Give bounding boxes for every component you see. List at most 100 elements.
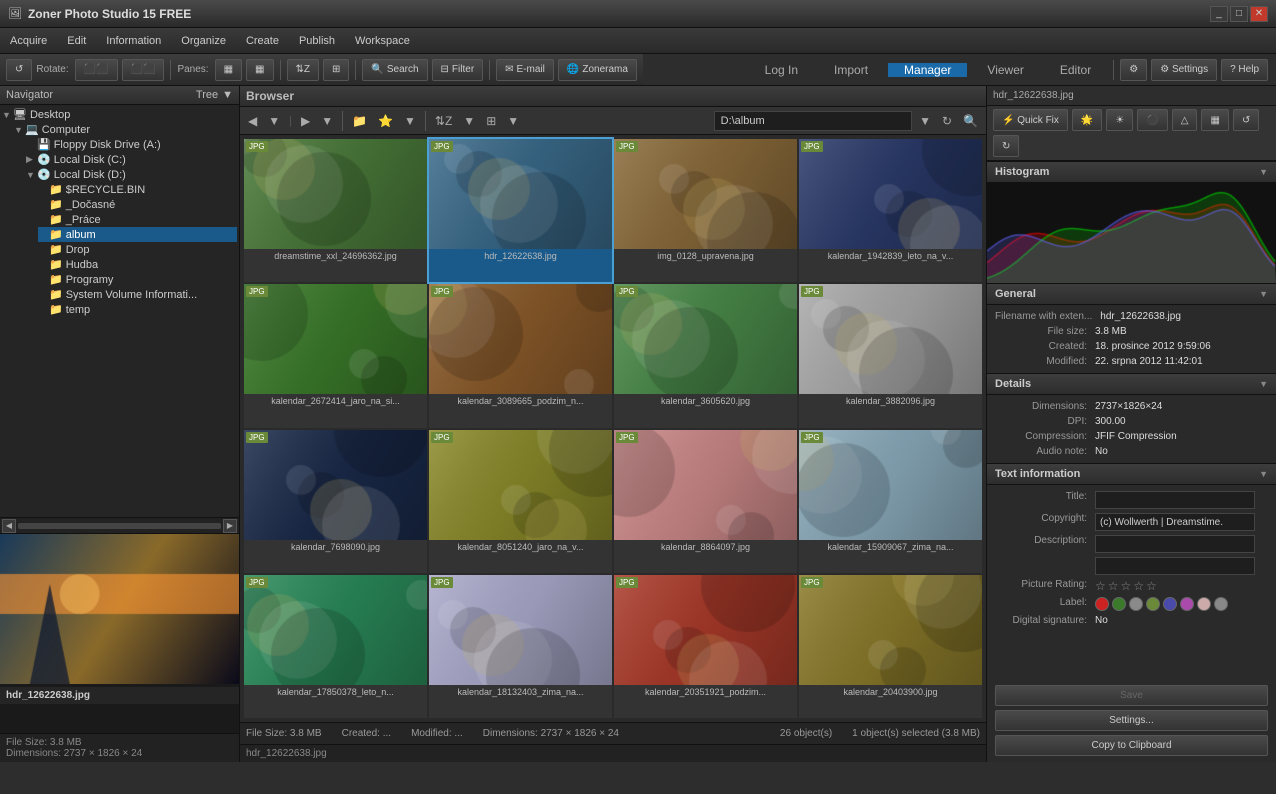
tree-item-computer[interactable]: ▼ 💻 Computer xyxy=(14,122,237,137)
label-color-blue[interactable] xyxy=(1163,597,1177,611)
menu-information[interactable]: Information xyxy=(96,28,171,53)
thumb-kal3089665[interactable]: kalendar_3089665_podzim_n... JPG xyxy=(429,284,612,427)
textinfo-header[interactable]: Text information ▼ xyxy=(987,463,1276,485)
email-button[interactable]: ✉ E-mail xyxy=(496,59,554,81)
qf-btn7[interactable]: ↻ xyxy=(993,135,1019,157)
thumb-kal15909067[interactable]: kalendar_15909067_zima_na... JPG xyxy=(799,430,982,573)
forward-dropdown[interactable]: ▼ xyxy=(317,112,337,130)
panes-button-1[interactable]: ▦ xyxy=(215,59,242,81)
star-1[interactable]: ☆ xyxy=(1095,579,1106,593)
label-color-green[interactable] xyxy=(1112,597,1126,611)
path-input[interactable] xyxy=(714,111,912,131)
tree-item-docasne[interactable]: 📁 _Dočasné xyxy=(38,197,237,212)
qf-btn6[interactable]: ↺ xyxy=(1233,109,1259,131)
general-header[interactable]: General ▼ xyxy=(987,283,1276,305)
rotate-left-button[interactable]: ↺ xyxy=(6,59,32,81)
minimize-button[interactable]: _ xyxy=(1210,6,1228,22)
thumb-kal3882096[interactable]: kalendar_3882096.jpg JPG xyxy=(799,284,982,427)
tree-area[interactable]: ▼ 🖥 Desktop ▼ 💻 Computer 💾 Floppy Disk D… xyxy=(0,105,239,517)
view-button[interactable]: ⊞ xyxy=(323,59,349,81)
tree-item-prace[interactable]: 📁 _Práce xyxy=(38,212,237,227)
sort-button[interactable]: ⇅Z xyxy=(287,59,320,81)
folder-back-btn[interactable]: ◀ xyxy=(2,519,16,533)
label-color-purple[interactable] xyxy=(1180,597,1194,611)
filter-button[interactable]: ⊟ Filter xyxy=(432,59,484,81)
details-header[interactable]: Details ▼ xyxy=(987,373,1276,395)
search-icon-btn[interactable]: 🔍 xyxy=(959,112,982,130)
rotate-button-2[interactable]: ⬛⬛ xyxy=(122,59,165,81)
qf-btn1[interactable]: 🌟 xyxy=(1072,109,1102,131)
search-button[interactable]: 🔍 Search xyxy=(362,59,427,81)
settings-button[interactable]: ⚙ Settings xyxy=(1151,59,1217,81)
histogram-header[interactable]: Histogram ▼ xyxy=(987,161,1276,183)
title-input[interactable] xyxy=(1095,491,1255,509)
back-dropdown[interactable]: ▼ xyxy=(264,112,284,130)
label-color-gray[interactable] xyxy=(1129,597,1143,611)
thumb-kal7698090[interactable]: kalendar_7698090.jpg JPG xyxy=(244,430,427,573)
forward-button[interactable]: ▶ xyxy=(297,112,314,130)
tab-editor[interactable]: Editor xyxy=(1044,63,1107,77)
menu-acquire[interactable]: Acquire xyxy=(0,28,57,53)
help-button[interactable]: ? Help xyxy=(1221,59,1268,81)
quick-fix-button[interactable]: ⚡ Quick Fix xyxy=(993,109,1068,131)
tree-view-dropdown-icon[interactable]: ▼ xyxy=(222,89,233,101)
thumb-kal8864097[interactable]: kalendar_8864097.jpg JPG xyxy=(614,430,797,573)
star-2[interactable]: ☆ xyxy=(1108,579,1119,593)
tree-item-recycle[interactable]: 📁 $RECYCLE.BIN xyxy=(38,182,237,197)
tree-item-programy[interactable]: 📁 Programy xyxy=(38,272,237,287)
tab-manager[interactable]: Manager xyxy=(888,63,967,77)
star-3[interactable]: ☆ xyxy=(1121,579,1132,593)
label-color-olive[interactable] xyxy=(1146,597,1160,611)
tab-viewer[interactable]: Viewer xyxy=(971,63,1039,77)
maximize-button[interactable]: □ xyxy=(1230,6,1248,22)
menu-workspace[interactable]: Workspace xyxy=(345,28,420,53)
thumb-kal20403900[interactable]: kalendar_20403900.jpg JPG xyxy=(799,575,982,718)
label-color-dark[interactable] xyxy=(1214,597,1228,611)
folder-dropdown2[interactable]: ▼ xyxy=(400,112,420,130)
view-grid-button[interactable]: ⊞ xyxy=(482,112,500,130)
thumb-hdr[interactable]: hdr_12622638.jpg JPG xyxy=(429,139,612,282)
back-button[interactable]: ◀ xyxy=(244,112,261,130)
menu-edit[interactable]: Edit xyxy=(57,28,96,53)
extra-input[interactable] xyxy=(1095,557,1255,575)
settings-menu-button[interactable]: ⚙ xyxy=(1120,59,1147,81)
tree-item-desktop[interactable]: ▼ 🖥 Desktop xyxy=(2,107,237,122)
tree-item-diskd[interactable]: ▼ 💿 Local Disk (D:) xyxy=(26,167,237,182)
qf-btn5[interactable]: ▦ xyxy=(1201,109,1228,131)
tree-item-diskc[interactable]: ▶ 💿 Local Disk (C:) xyxy=(26,152,237,167)
star-4[interactable]: ☆ xyxy=(1133,579,1144,593)
copy-to-clipboard-button[interactable]: Copy to Clipboard xyxy=(995,735,1268,756)
thumb-kal1942839[interactable]: kalendar_1942839_leto_na_v... JPG xyxy=(799,139,982,282)
view-dropdown[interactable]: ▼ xyxy=(503,112,523,130)
tree-item-temp[interactable]: 📁 temp xyxy=(38,302,237,317)
folder-star-button[interactable]: ⭐ xyxy=(374,112,397,130)
thumb-img0128[interactable]: img_0128_upravena.jpg JPG xyxy=(614,139,797,282)
menu-create[interactable]: Create xyxy=(236,28,289,53)
tree-item-drop[interactable]: 📁 Drop xyxy=(38,242,237,257)
zonerama-button[interactable]: 🌐 Zonerama xyxy=(558,59,637,81)
path-dropdown[interactable]: ▼ xyxy=(915,112,935,130)
sort-az-button[interactable]: ⇅Z xyxy=(431,112,456,130)
panes-button-2[interactable]: ▦ xyxy=(246,59,273,81)
thumb-kal2672414[interactable]: kalendar_2672414_jaro_na_si... JPG xyxy=(244,284,427,427)
tree-item-album[interactable]: 📁 album xyxy=(38,227,237,242)
thumb-kal18132403[interactable]: kalendar_18132403_zima_na... JPG xyxy=(429,575,612,718)
refresh-button[interactable]: ↻ xyxy=(938,112,956,130)
close-button[interactable]: ✕ xyxy=(1250,6,1268,22)
label-color-red[interactable] xyxy=(1095,597,1109,611)
label-color-pink[interactable] xyxy=(1197,597,1211,611)
settings-button-right[interactable]: Settings... xyxy=(995,710,1268,731)
sort-dropdown[interactable]: ▼ xyxy=(459,112,479,130)
qf-btn3[interactable]: ⚫ xyxy=(1137,109,1167,131)
tree-item-sysvolinfo[interactable]: 📁 System Volume Informati... xyxy=(38,287,237,302)
import-button[interactable]: Import xyxy=(818,63,884,77)
thumb-kal20351921[interactable]: kalendar_20351921_podzim... JPG xyxy=(614,575,797,718)
folder-button[interactable]: 📁 xyxy=(348,112,371,130)
qf-btn4[interactable]: △ xyxy=(1172,109,1198,131)
copyright-input[interactable] xyxy=(1095,513,1255,531)
description-input[interactable] xyxy=(1095,535,1255,553)
menu-organize[interactable]: Organize xyxy=(171,28,236,53)
menu-publish[interactable]: Publish xyxy=(289,28,345,53)
tree-item-hudba[interactable]: 📁 Hudba xyxy=(38,257,237,272)
thumb-dreamstime[interactable]: dreamstime_xxl_24696362.jpg JPG xyxy=(244,139,427,282)
